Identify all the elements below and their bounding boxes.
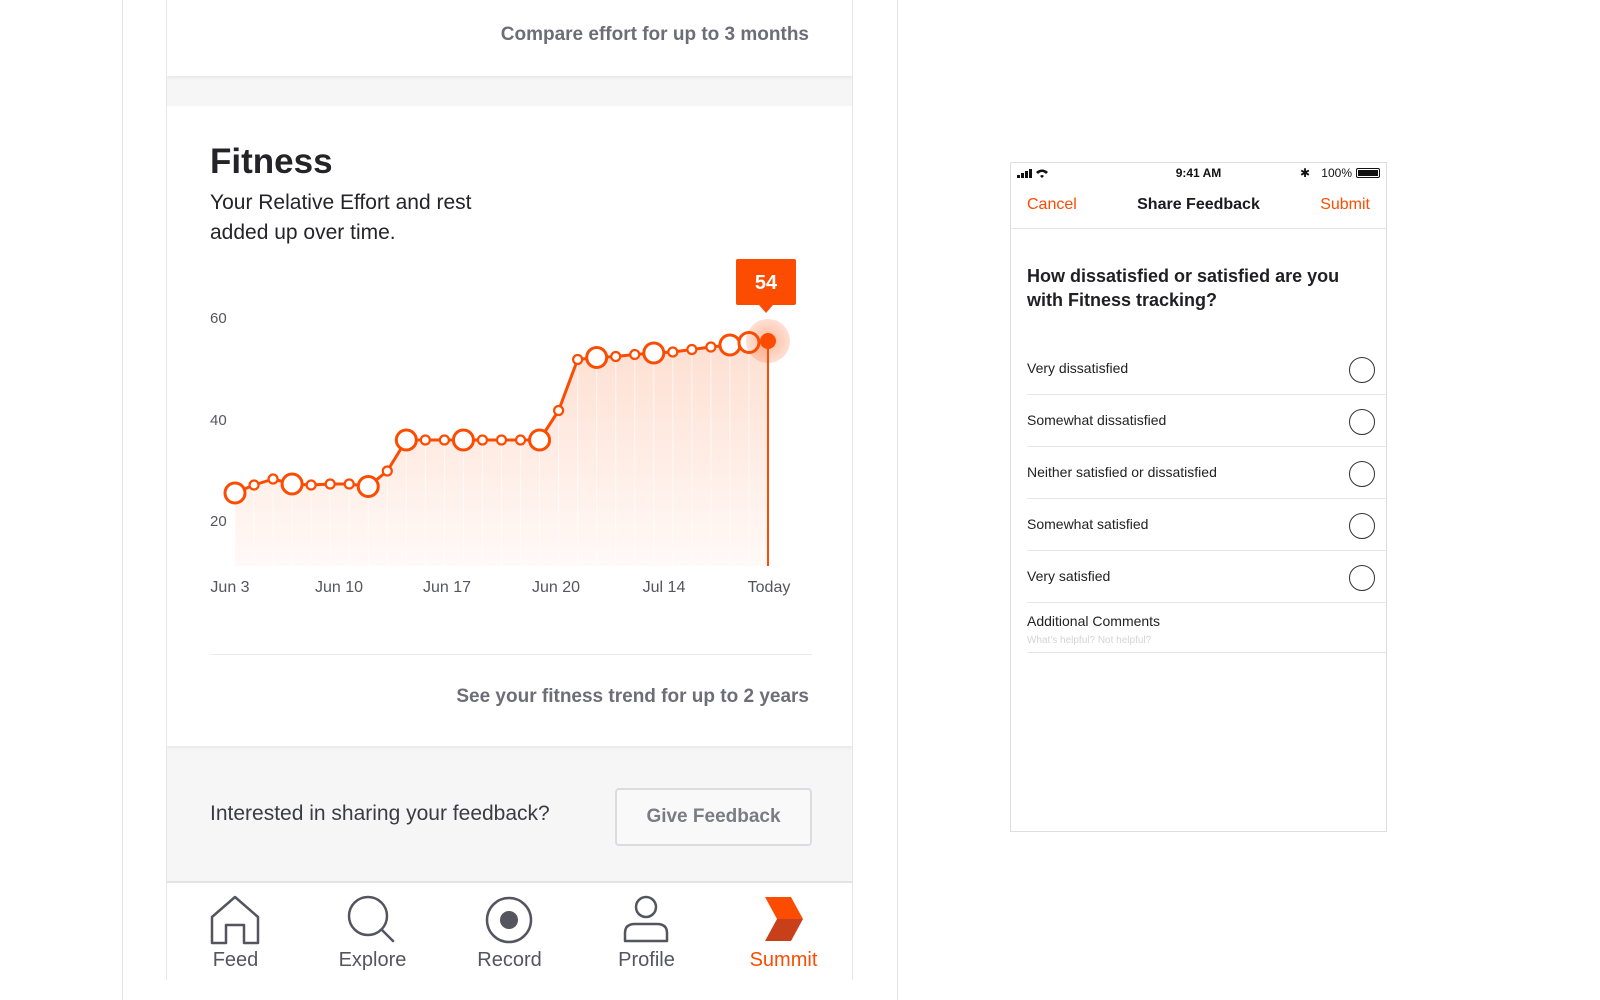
- highlight-point: [760, 333, 776, 349]
- battery-percent: 100%: [1321, 166, 1352, 180]
- tooltip-pointer: [759, 305, 773, 313]
- tab-profile-label: Profile: [618, 949, 675, 971]
- tab-record-label: Record: [477, 949, 542, 971]
- fitness-card: Fitness Your Relative Effort and rest ad…: [167, 106, 852, 746]
- chart-point: [705, 341, 717, 353]
- left-frame-border: [122, 0, 123, 1000]
- card-divider: [210, 654, 812, 655]
- y-tick-label: 60: [210, 310, 227, 327]
- option-label: Somewhat satisfied: [1027, 516, 1149, 532]
- additional-comments: Additional Comments: [1027, 603, 1386, 653]
- right-frame-border: [897, 0, 898, 1000]
- radio-button[interactable]: [1349, 357, 1375, 383]
- option-label: Very dissatisfied: [1027, 360, 1129, 376]
- fitness-chart[interactable]: 20 40 60 Jun 3 Jun 10 Jun 17 Jun 20 Jul 14 Today…: [167, 256, 852, 616]
- record-icon: [485, 896, 533, 944]
- chart-point: [394, 428, 418, 452]
- chart-point: [324, 478, 336, 490]
- y-tick-label: 20: [210, 513, 227, 530]
- chart-point: [629, 348, 641, 361]
- tab-summit[interactable]: Summit: [715, 883, 852, 980]
- option-very-dissatisfied[interactable]: Very dissatisfied: [1027, 343, 1386, 395]
- x-tick-label: Today: [748, 579, 791, 596]
- chart-point: [610, 350, 622, 363]
- chart-point: [667, 346, 679, 358]
- chart-point: [438, 434, 450, 446]
- satisfaction-question: How dissatisfied or satisfied are you wi…: [1027, 266, 1340, 310]
- x-tick-label: Jun 3: [210, 579, 249, 596]
- tab-feed-label: Feed: [212, 949, 259, 971]
- tab-record[interactable]: Record: [441, 883, 578, 980]
- feedback-row: Interested in sharing your feedback? Giv…: [167, 746, 852, 882]
- option-somewhat-satisfied[interactable]: Somewhat satisfied: [1027, 499, 1386, 551]
- chart-point: [223, 481, 247, 505]
- chart-point: [267, 473, 279, 485]
- chart-point: [514, 434, 527, 446]
- chart-point: [476, 434, 489, 446]
- radio-button[interactable]: [1349, 565, 1375, 591]
- submit-button[interactable]: Submit: [1320, 196, 1370, 214]
- radio-button[interactable]: [1349, 513, 1375, 539]
- compare-card: Compare effort for up to 3 months: [167, 0, 852, 76]
- tab-feed[interactable]: Feed: [167, 883, 304, 980]
- chart-point: [451, 428, 475, 452]
- option-label: Neither satisfied or dissatisfied: [1027, 464, 1217, 480]
- chart-point: [356, 475, 380, 498]
- radio-button[interactable]: [1349, 409, 1375, 435]
- home-icon: [210, 895, 260, 945]
- fitness-trend-link[interactable]: See your fitness trend for up to 2 years: [456, 686, 809, 708]
- compare-effort-link[interactable]: Compare effort for up to 3 months: [501, 24, 809, 46]
- option-label: Somewhat dissatisfied: [1027, 412, 1167, 428]
- chart-point: [553, 404, 565, 417]
- chart-point: [248, 479, 260, 491]
- chart-point: [686, 343, 698, 356]
- satisfaction-options: Very dissatisfied Somewhat dissatisfied …: [1027, 343, 1386, 603]
- option-somewhat-dissatisfied[interactable]: Somewhat dissatisfied: [1027, 395, 1386, 447]
- chart-point: [718, 333, 742, 357]
- chart-point: [419, 434, 431, 446]
- x-tick-label: Jun 20: [532, 579, 580, 596]
- search-icon: [347, 895, 395, 943]
- tab-bar: Feed Explore Record Profile Summit: [167, 881, 852, 980]
- give-feedback-button[interactable]: Give Feedback: [615, 788, 812, 846]
- option-neutral[interactable]: Neither satisfied or dissatisfied: [1027, 447, 1386, 499]
- fitness-subtitle: Your Relative Effort and rest added up o…: [210, 191, 472, 244]
- battery-icon: [1356, 168, 1380, 178]
- fitness-title: Fitness: [210, 142, 333, 181]
- chart-point: [381, 465, 393, 477]
- comments-input[interactable]: [1027, 635, 1367, 646]
- fitness-screen: Compare effort for up to 3 months Fitnes…: [166, 0, 853, 980]
- tooltip-value: 54: [755, 272, 778, 294]
- chart-point: [305, 479, 317, 491]
- tab-profile[interactable]: Profile: [578, 883, 715, 980]
- x-tick-label: Jun 10: [315, 579, 363, 596]
- chart-point: [642, 341, 666, 365]
- chart-point: [280, 472, 304, 496]
- bluetooth-icon: ✱: [1299, 166, 1310, 180]
- comments-label: Additional Comments: [1027, 613, 1161, 629]
- summit-icon: [765, 897, 803, 941]
- tab-explore[interactable]: Explore: [304, 883, 441, 980]
- tab-explore-label: Explore: [338, 949, 407, 971]
- y-tick-label: 40: [210, 412, 227, 429]
- chart-point: [585, 346, 609, 369]
- modal-nav-bar: Cancel Share Feedback Submit: [1011, 183, 1386, 229]
- status-bar: 9:41 AM ✱ 100%: [1011, 163, 1386, 183]
- radio-button[interactable]: [1349, 461, 1375, 487]
- chart-point: [343, 478, 355, 490]
- profile-icon: [623, 895, 669, 943]
- feedback-prompt: Interested in sharing your feedback?: [210, 802, 550, 825]
- share-feedback-modal: 9:41 AM ✱ 100% Cancel Share Feedback Sub…: [1010, 162, 1387, 832]
- chart-point: [572, 353, 584, 366]
- chart-point: [495, 434, 508, 446]
- option-very-satisfied[interactable]: Very satisfied: [1027, 551, 1386, 603]
- chart-point: [528, 428, 552, 452]
- tab-summit-label: Summit: [749, 949, 818, 971]
- option-label: Very satisfied: [1027, 568, 1111, 584]
- x-tick-label: Jul 14: [643, 579, 686, 596]
- x-tick-label: Jun 17: [423, 579, 471, 596]
